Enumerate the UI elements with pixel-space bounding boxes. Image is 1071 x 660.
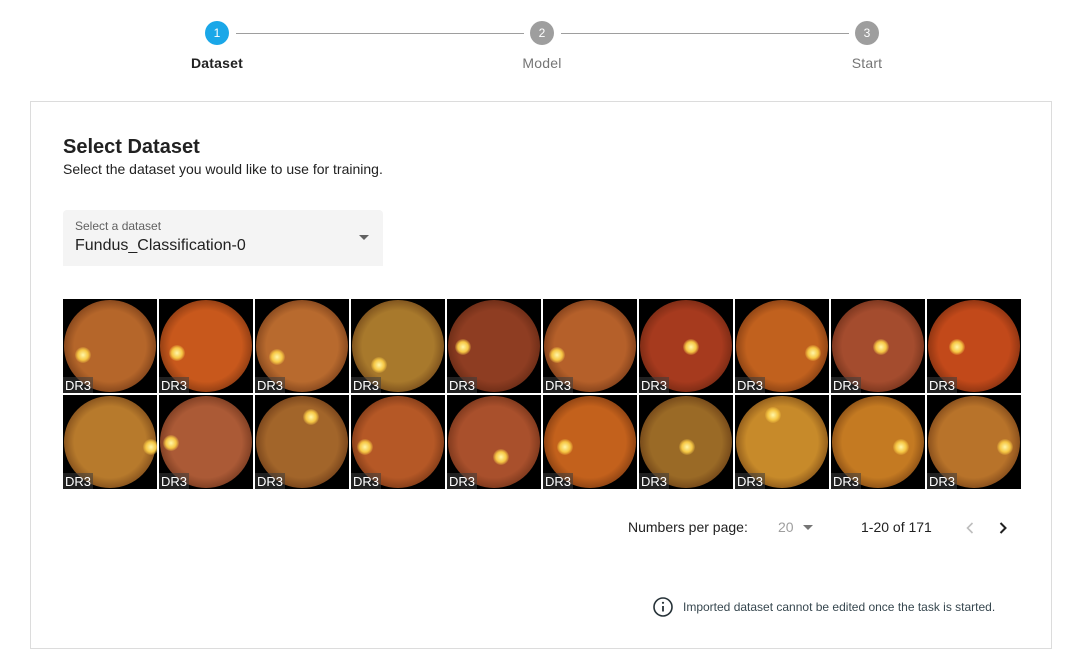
image-label-tag: DR3 [831, 377, 862, 393]
per-page-select[interactable]: 20 [778, 519, 818, 535]
image-label-tag: DR3 [255, 473, 286, 489]
dataset-select-value: Fundus_Classification-0 [75, 237, 246, 254]
optic-disc [893, 439, 909, 455]
image-thumbnail[interactable]: DR3 [159, 299, 253, 393]
image-thumbnail[interactable]: DR3 [927, 395, 1021, 489]
optic-disc [75, 347, 91, 363]
step-label: Model [522, 55, 562, 71]
optic-disc [455, 339, 471, 355]
dataset-select-label: Select a dataset [75, 219, 162, 233]
image-thumbnail[interactable]: DR3 [351, 395, 445, 489]
image-thumbnail[interactable]: DR3 [159, 395, 253, 489]
optic-disc [371, 357, 387, 373]
optic-disc [303, 409, 319, 425]
image-thumbnail[interactable]: DR3 [639, 299, 733, 393]
image-label-tag: DR3 [831, 473, 862, 489]
image-thumbnail[interactable]: DR3 [735, 395, 829, 489]
image-label-tag: DR3 [543, 377, 574, 393]
next-page-button[interactable] [991, 516, 1015, 540]
optic-disc [683, 339, 699, 355]
step-model[interactable]: 2 Model [482, 21, 602, 71]
dataset-select[interactable]: Select a dataset Fundus_Classification-0 [63, 210, 383, 266]
image-label-tag: DR3 [159, 377, 190, 393]
optic-disc [163, 435, 179, 451]
image-label-tag: DR3 [639, 473, 670, 489]
step-label: Start [851, 55, 883, 71]
page-title: Select Dataset [63, 136, 200, 158]
info-icon [653, 597, 673, 617]
image-label-tag: DR3 [735, 377, 766, 393]
optic-disc [557, 439, 573, 455]
image-thumbnail[interactable]: DR3 [927, 299, 1021, 393]
optic-disc [765, 407, 781, 423]
image-thumbnail[interactable]: DR3 [447, 395, 541, 489]
image-label-tag: DR3 [639, 377, 670, 393]
image-thumbnail[interactable]: DR3 [447, 299, 541, 393]
step-connector [561, 33, 849, 34]
dropdown-arrow-icon [359, 235, 369, 240]
optic-disc [949, 339, 965, 355]
note-text: Imported dataset cannot be edited once t… [683, 600, 996, 614]
image-label-tag: DR3 [927, 377, 958, 393]
image-label-tag: DR3 [63, 473, 94, 489]
optic-disc [805, 345, 821, 361]
optic-disc [169, 345, 185, 361]
chevron-left-icon [966, 522, 974, 534]
image-label-tag: DR3 [63, 377, 94, 393]
image-label-tag: DR3 [351, 377, 382, 393]
stepper: 1 Dataset 2 Model 3 Start [0, 0, 1071, 90]
step-number: 2 [530, 21, 554, 45]
image-thumbnail[interactable]: DR3 [63, 299, 157, 393]
step-number: 3 [855, 21, 879, 45]
optic-disc [269, 349, 285, 365]
optic-disc [549, 347, 565, 363]
image-thumbnail[interactable]: DR3 [543, 299, 637, 393]
image-label-tag: DR3 [447, 377, 478, 393]
step-number: 1 [205, 21, 229, 45]
step-dataset[interactable]: 1 Dataset [157, 21, 277, 71]
step-connector [236, 33, 524, 34]
image-label-tag: DR3 [735, 473, 766, 489]
image-label-tag: DR3 [543, 473, 574, 489]
page-range: 1-20 of 171 [861, 519, 932, 535]
chevron-right-icon [999, 522, 1007, 534]
image-thumbnail[interactable]: DR3 [255, 299, 349, 393]
per-page-value: 20 [778, 519, 794, 535]
image-label-tag: DR3 [255, 377, 286, 393]
image-thumbnail[interactable]: DR3 [351, 299, 445, 393]
optic-disc [357, 439, 373, 455]
image-thumbnail[interactable]: DR3 [543, 395, 637, 489]
optic-disc [997, 439, 1013, 455]
image-thumbnail[interactable]: DR3 [735, 299, 829, 393]
image-label-tag: DR3 [351, 473, 382, 489]
dropdown-arrow-icon [803, 525, 813, 530]
image-thumbnail[interactable]: DR3 [831, 299, 925, 393]
per-page-label: Numbers per page: [628, 519, 748, 535]
optic-disc [679, 439, 695, 455]
image-label-tag: DR3 [447, 473, 478, 489]
select-dataset-card: Select Dataset Select the dataset you wo… [30, 101, 1052, 649]
prev-page-button[interactable] [958, 516, 982, 540]
optic-disc [143, 439, 157, 455]
image-thumbnail[interactable]: DR3 [63, 395, 157, 489]
image-label-tag: DR3 [159, 473, 190, 489]
image-thumbnail[interactable]: DR3 [255, 395, 349, 489]
page-subtitle: Select the dataset you would like to use… [63, 161, 383, 177]
optic-disc [493, 449, 509, 465]
step-label: Dataset [191, 55, 243, 71]
image-grid: DR3 DR3 DR3 DR3 DR3 DR3 DR3 DR3 DR3 DR3 DR3 DR3 DR3 D… [63, 299, 1021, 489]
image-thumbnail[interactable]: DR3 [639, 395, 733, 489]
image-thumbnail[interactable]: DR3 [831, 395, 925, 489]
step-start[interactable]: 3 Start [807, 21, 927, 71]
optic-disc [873, 339, 889, 355]
image-label-tag: DR3 [927, 473, 958, 489]
